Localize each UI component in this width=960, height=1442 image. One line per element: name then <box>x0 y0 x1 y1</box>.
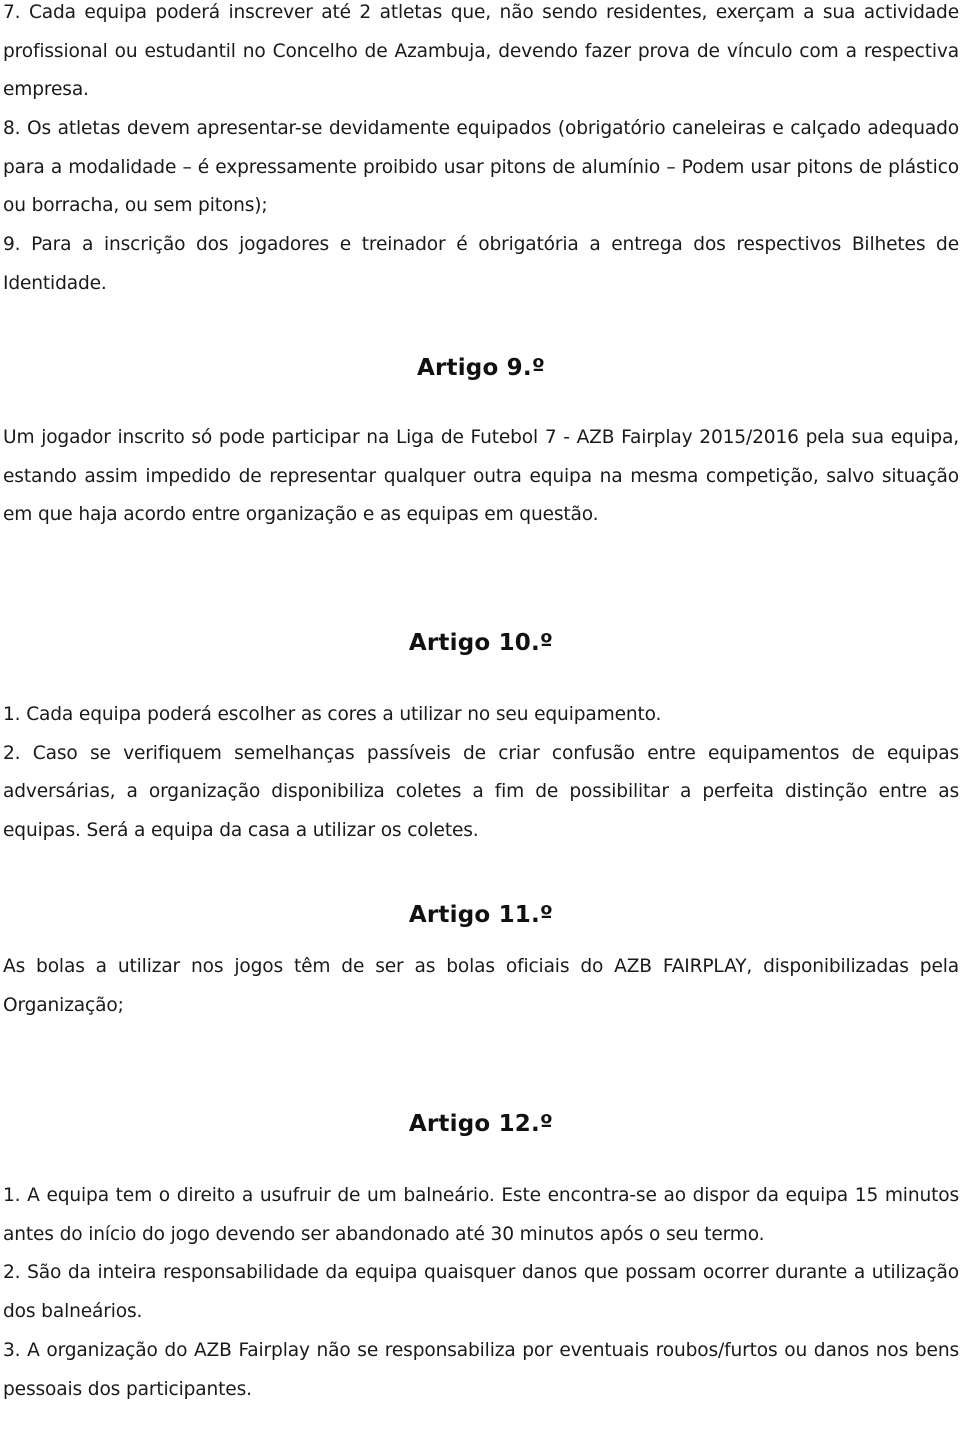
article-9-body: Um jogador inscrito só pode participar n… <box>3 419 959 535</box>
paragraph: 3. A organização do AZB Fairplay não se … <box>3 1339 959 1400</box>
intro-item-7: 7. Cada equipa poderá inscrever até 2 at… <box>3 0 959 110</box>
article-heading-9: Artigo 9.º <box>416 355 545 381</box>
paragraph: 1. Cada equipa poderá escolher as cores … <box>3 704 662 725</box>
article-heading-10: Artigo 10.º <box>408 630 554 656</box>
intro-item-9: 9. Para a inscrição dos jogadores e trei… <box>3 226 959 303</box>
paragraph: 9. Para a inscrição dos jogadores e trei… <box>3 234 959 294</box>
paragraph: Um jogador inscrito só pode participar n… <box>3 427 959 526</box>
article-11-body: As bolas a utilizar nos jogos têm de ser… <box>3 948 959 1025</box>
paragraph: 1. A equipa tem o direito a usufruir de … <box>3 1185 959 1245</box>
paragraph: 2. Caso se verifiquem semelhanças passív… <box>3 742 959 842</box>
article-heading-12: Artigo 12.º <box>408 1111 554 1137</box>
paragraph: As bolas a utilizar nos jogos têm de ser… <box>3 956 959 1016</box>
paragraph: 7. Cada equipa poderá inscrever até 2 at… <box>3 2 959 101</box>
article-10-body: 1. Cada equipa poderá escolher as cores … <box>3 696 959 851</box>
article-heading-11: Artigo 11.º <box>408 902 554 928</box>
paragraph: 2. São da inteira responsabilidade da eq… <box>3 1262 959 1323</box>
paragraph: 8. Os atletas devem apresentar-se devida… <box>3 118 959 217</box>
article-12-body: 1. A equipa tem o direito a usufruir de … <box>3 1177 959 1409</box>
intro-item-8: 8. Os atletas devem apresentar-se devida… <box>3 110 959 226</box>
